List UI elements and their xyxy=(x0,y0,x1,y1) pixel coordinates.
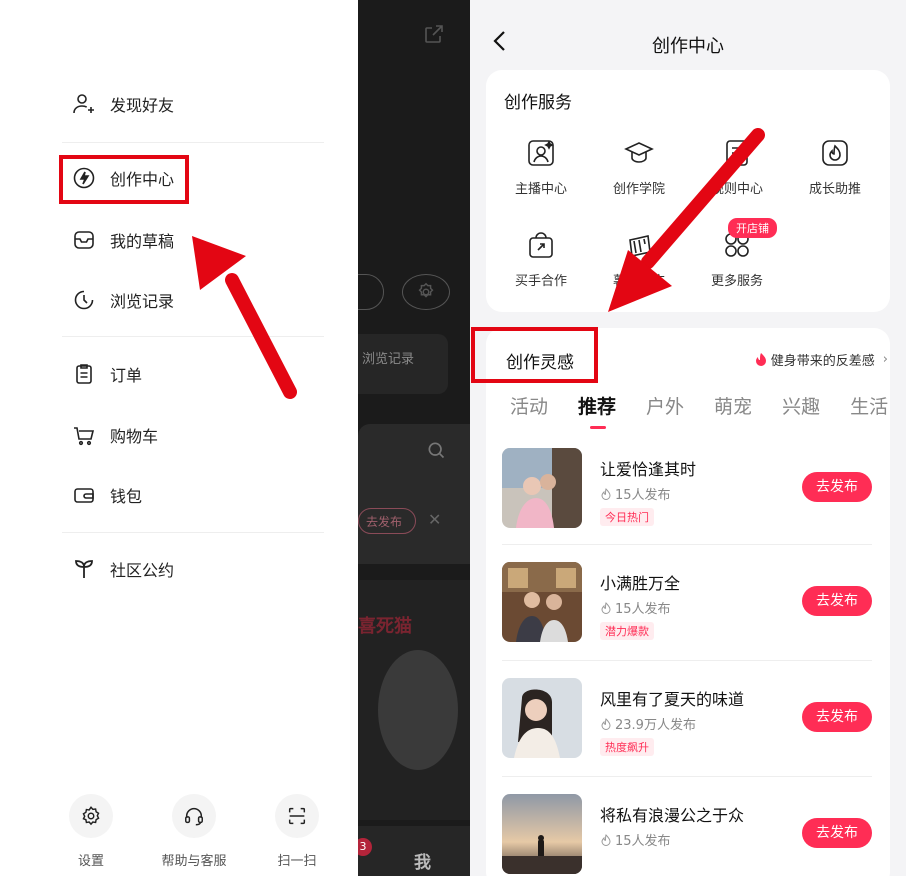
publish-button[interactable]: 去发布 xyxy=(802,586,872,616)
menu-item-orders[interactable]: 订单 xyxy=(70,356,142,392)
shopping-bag-icon xyxy=(524,228,558,262)
dark-flower-shape xyxy=(378,650,458,770)
service-rules-center[interactable]: 规则中心 xyxy=(692,136,782,197)
settings-button[interactable]: 设置 xyxy=(36,794,146,869)
open-shop-badge: 开店铺 xyxy=(728,218,777,238)
tab-pets[interactable]: 萌宠 xyxy=(714,392,752,419)
inspiration-item-count: 15人发布 xyxy=(600,484,671,503)
inspiration-item-title: 小满胜万全 xyxy=(600,574,681,593)
tab-life[interactable]: 生活 xyxy=(850,392,888,419)
graduation-cap-icon xyxy=(622,136,656,170)
fries-icon xyxy=(622,228,656,262)
inspiration-tabs: 活动 推荐 户外 萌宠 兴趣 生活 xyxy=(510,392,906,429)
creation-center-page: 创作中心 创作服务 主播中心 创作学院 规则中心 成长助推 买手合作 薯条推广 … xyxy=(470,0,906,876)
sprout-icon xyxy=(70,555,98,583)
inspiration-item[interactable]: 小满胜万全 15人发布 潜力爆款 去发布 xyxy=(502,562,872,658)
menu-divider xyxy=(62,142,324,143)
service-buyer-cooperation[interactable]: 买手合作 xyxy=(496,228,586,289)
menu-item-drafts[interactable]: 我的草稿 xyxy=(70,222,174,258)
row-divider xyxy=(502,660,872,661)
tab-interests[interactable]: 兴趣 xyxy=(782,392,820,419)
service-growth-boost[interactable]: 成长助推 xyxy=(790,136,880,197)
dark-cat-text: 喜死猫 xyxy=(358,616,412,637)
service-creation-academy[interactable]: 创作学院 xyxy=(594,136,684,197)
share-icon xyxy=(425,25,443,43)
close-icon: ✕ xyxy=(428,510,442,529)
inspiration-thumbnail xyxy=(502,562,582,642)
inbox-icon xyxy=(70,226,98,254)
fire-icon xyxy=(755,352,766,366)
inspiration-item[interactable]: 将私有浪漫公之于众 15人发布 去发布 xyxy=(502,794,872,876)
publish-button[interactable]: 去发布 xyxy=(802,702,872,732)
gear-icon xyxy=(69,794,113,838)
inspiration-item-title: 将私有浪漫公之于众 xyxy=(600,806,745,825)
inspiration-item-count: 23.9万人发布 xyxy=(600,714,696,733)
top-bar: 创作中心 xyxy=(470,0,906,70)
tab-outdoor[interactable]: 户外 xyxy=(646,392,684,419)
wallet-icon xyxy=(70,481,98,509)
flame-outline-icon xyxy=(601,487,611,500)
streamer-icon xyxy=(524,136,558,170)
menu-divider xyxy=(62,532,324,533)
headset-icon xyxy=(172,794,216,838)
dark-search-panel xyxy=(358,424,470,564)
menu-item-find-friends[interactable]: 发现好友 xyxy=(70,86,174,122)
inspiration-item-count: 15人发布 xyxy=(600,598,671,617)
clock-icon xyxy=(70,286,98,314)
search-icon xyxy=(428,442,445,459)
menu-item-community-rules[interactable]: 社区公约 xyxy=(70,551,174,587)
inspiration-item[interactable]: 让爱恰逢其时 15人发布 今日热门 去发布 xyxy=(502,448,872,544)
publish-button[interactable]: 去发布 xyxy=(802,472,872,502)
clipboard-icon xyxy=(70,360,98,388)
services-card: 创作服务 主播中心 创作学院 规则中心 成长助推 买手合作 薯条推广 更多服务 xyxy=(486,70,890,312)
row-divider xyxy=(502,544,872,545)
dark-me-tab: 我 xyxy=(414,853,431,873)
inspiration-item-count: 15人发布 xyxy=(600,830,671,849)
inspiration-item-tag: 热度飙升 xyxy=(600,738,654,756)
inspiration-item[interactable]: 风里有了夏天的味道 23.9万人发布 热度飙升 去发布 xyxy=(502,678,872,774)
tab-activity[interactable]: 活动 xyxy=(510,392,548,419)
add-friend-icon xyxy=(70,90,98,118)
flame-icon xyxy=(818,136,852,170)
chevron-right-icon: › xyxy=(882,352,888,367)
tab-recommended[interactable]: 推荐 xyxy=(578,392,616,429)
inspiration-item-title: 风里有了夏天的味道 xyxy=(600,690,745,709)
background-page-overlay: 浏览记录 去发布 ✕ 喜死猫 3 我 xyxy=(358,0,470,876)
services-title: 创作服务 xyxy=(504,93,572,113)
hot-topic-link[interactable]: 健身带来的反差感 › xyxy=(755,350,888,369)
menu-item-wallet[interactable]: 钱包 xyxy=(70,477,142,513)
menu-item-cart[interactable]: 购物车 xyxy=(70,417,158,453)
page-title: 创作中心 xyxy=(652,36,724,57)
highlight-box-creation-center xyxy=(59,155,189,204)
inspiration-thumbnail xyxy=(502,448,582,528)
dark-chip xyxy=(358,274,384,310)
rules-icon xyxy=(720,136,754,170)
menu-item-history[interactable]: 浏览记录 xyxy=(70,282,174,318)
dark-tag-label: 去发布 xyxy=(366,515,403,529)
side-menu: 发现好友 创作中心 我的草稿 浏览记录 订单 购物车 钱包 社区公约 设置 帮助… xyxy=(0,0,358,876)
service-fries-promotion[interactable]: 薯条推广 xyxy=(594,228,684,289)
publish-button[interactable]: 去发布 xyxy=(802,818,872,848)
dark-browse-label: 浏览记录 xyxy=(362,352,415,367)
gear-icon xyxy=(418,282,434,298)
flame-outline-icon xyxy=(601,717,611,730)
dark-settings-chip xyxy=(402,274,450,310)
scan-icon xyxy=(275,794,319,838)
menu-divider xyxy=(62,336,324,337)
scan-button[interactable]: 扫一扫 xyxy=(242,794,352,869)
inspiration-item-tag: 今日热门 xyxy=(600,508,654,526)
help-service-button[interactable]: 帮助与客服 xyxy=(139,794,249,869)
highlight-box-creation-inspiration xyxy=(471,327,598,383)
flame-outline-icon xyxy=(601,601,611,614)
row-divider xyxy=(502,776,872,777)
cart-icon xyxy=(70,421,98,449)
inspiration-thumbnail xyxy=(502,678,582,758)
service-streamer-center[interactable]: 主播中心 xyxy=(496,136,586,197)
flame-outline-icon xyxy=(601,833,611,846)
inspiration-item-tag: 潜力爆款 xyxy=(600,622,654,640)
inspiration-thumbnail xyxy=(502,794,582,874)
inspiration-item-title: 让爱恰逢其时 xyxy=(600,460,697,479)
